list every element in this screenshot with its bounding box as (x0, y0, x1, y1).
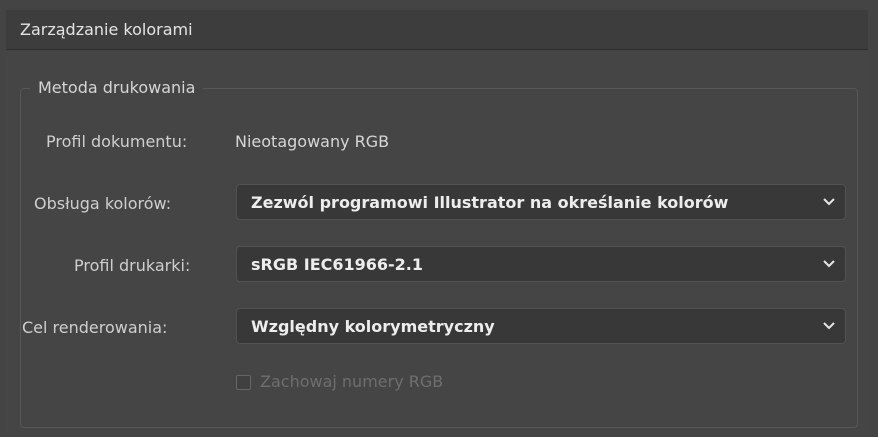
preserve-rgb-checkbox[interactable] (236, 375, 251, 390)
chevron-down-icon (823, 260, 835, 268)
color-handling-value: Zezwól programowi Illustrator na określa… (251, 193, 729, 212)
rendering-intent-label: Cel renderowania: (22, 318, 168, 337)
section-title: Zarządzanie kolorami (20, 20, 193, 39)
document-profile-value: Nieotagowany RGB (235, 132, 390, 151)
document-profile-label: Profil dokumentu: (46, 132, 188, 151)
printer-profile-value: sRGB IEC61966-2.1 (251, 255, 424, 274)
group-legend: Metoda drukowania (30, 78, 204, 97)
color-handling-select[interactable]: Zezwól programowi Illustrator na określa… (236, 184, 846, 220)
printer-profile-select[interactable]: sRGB IEC61966-2.1 (236, 246, 846, 282)
rendering-intent-select[interactable]: Względny kolorymetryczny (236, 308, 846, 344)
color-handling-label: Obsługa kolorów: (34, 194, 172, 213)
chevron-down-icon (823, 322, 835, 330)
chevron-down-icon (823, 198, 835, 206)
preserve-rgb-label: Zachowaj numery RGB (260, 372, 444, 391)
rendering-intent-value: Względny kolorymetryczny (251, 317, 495, 336)
printer-profile-label: Profil drukarki: (74, 256, 191, 275)
section-header: Zarządzanie kolorami (6, 10, 868, 50)
